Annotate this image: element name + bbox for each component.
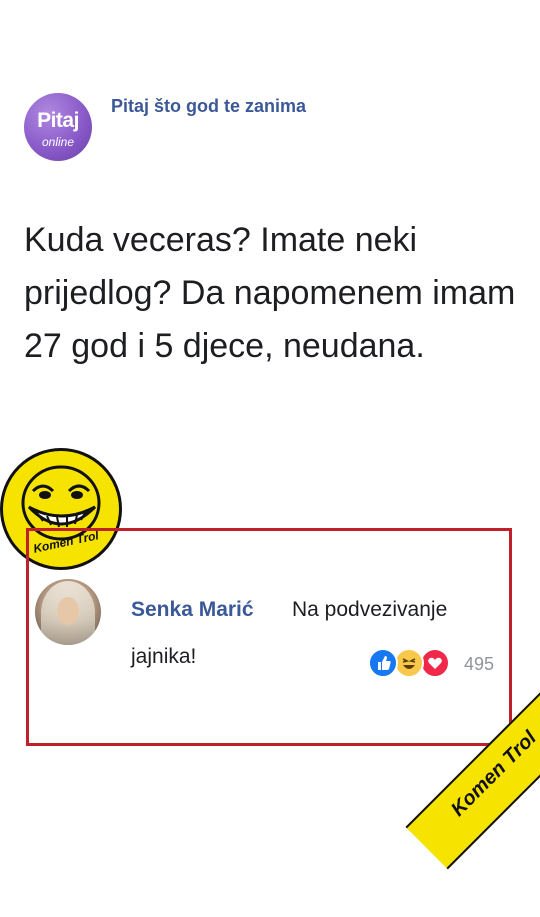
ribbon-watermark-text: Komen Trol [446,726,540,821]
like-icon [368,648,398,678]
page-name-link[interactable]: Pitaj što god te zanima [111,96,306,117]
avatar-face [57,597,79,625]
comment-text-line1: Na podvezivanje [292,598,448,621]
haha-icon [394,648,424,678]
page-logo[interactable]: Pitaj online [24,93,92,161]
love-icon [420,648,450,678]
logo-word: Pitaj [37,109,79,132]
commenter-name[interactable]: Senka Marić [131,598,254,622]
post-text: Kuda veceras? Imate neki prijedlog? Da n… [24,221,516,365]
avatar[interactable] [35,579,101,645]
reaction-icons[interactable] [368,648,464,680]
comment-text-line2: jajnika! [131,645,197,668]
ribbon-band: Komen Trol [405,685,540,870]
logo-subtext: online [41,135,75,149]
